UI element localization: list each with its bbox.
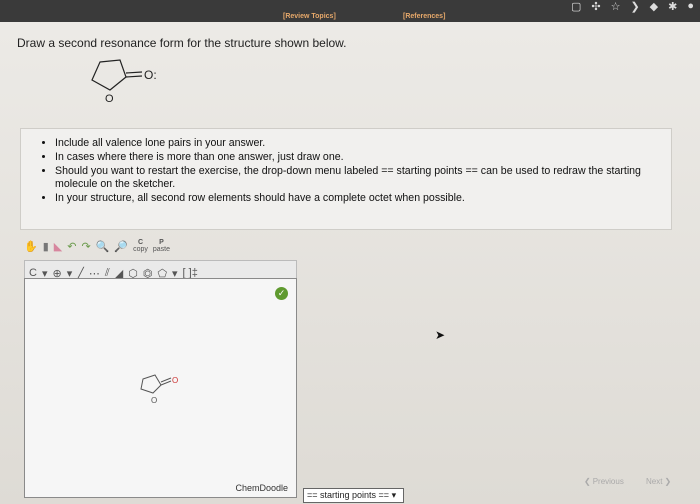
review-topics-link[interactable]: [Review Topics]: [283, 13, 336, 20]
starting-points-select[interactable]: == starting points == ▾: [303, 488, 404, 503]
chemdoodle-sketcher: ✋ ▮ ◣ ↶ ↷ 🔍 🔎 Ccopy Ppaste C ▾ ⊕ ▾ ╱ ⋯ ⫽…: [24, 234, 297, 498]
chevron-left-icon: ❮: [584, 477, 591, 486]
top-bar: [Review Topics] [References] ▢ ✣ ☆ ❯ ◆ ✱…: [0, 0, 700, 22]
instruction-item: In cases where there is more than one an…: [55, 151, 671, 164]
puzzle-icon[interactable]: ✣: [591, 0, 600, 13]
shield-icon[interactable]: ◆: [650, 0, 658, 13]
instruction-item: In your structure, all second row elemen…: [55, 192, 671, 205]
chevron-icon[interactable]: ❯: [630, 0, 639, 13]
hand-icon[interactable]: ✋: [24, 240, 38, 253]
window-icons: ▢ ✣ ☆ ❯ ◆ ✱ ●: [571, 0, 694, 13]
copy-button[interactable]: Ccopy: [133, 239, 148, 253]
check-icon[interactable]: ✓: [275, 287, 288, 300]
canvas-oxygen: O: [172, 376, 178, 385]
starting-points-value: == starting points ==: [307, 490, 390, 500]
undo-icon[interactable]: ↶: [67, 240, 76, 253]
instructions-box: Include all valence lone pairs in your a…: [20, 128, 672, 230]
question-panel: Draw a second resonance form for the str…: [0, 22, 700, 504]
delete-icon[interactable]: ▮: [43, 240, 49, 253]
next-button[interactable]: Next ❯: [646, 477, 671, 486]
canvas-oxygen: O: [151, 396, 157, 405]
chevron-right-icon: ❯: [664, 477, 672, 486]
next-label: Next: [646, 477, 663, 486]
instruction-item: Should you want to restart the exercise,…: [55, 165, 671, 191]
square-icon[interactable]: ▢: [571, 0, 581, 13]
canvas-molecule: O O: [140, 374, 178, 405]
paste-letter: P: [159, 239, 164, 246]
eraser-icon[interactable]: ◣: [54, 240, 62, 253]
previous-label: Previous: [592, 477, 624, 486]
paste-label: paste: [152, 246, 170, 253]
drawing-canvas[interactable]: ✓ O O ChemDoodle: [24, 278, 297, 498]
carbonyl-oxygen: O:: [144, 68, 157, 82]
ring-oxygen: O: [105, 93, 114, 105]
paste-button[interactable]: Ppaste: [153, 239, 170, 253]
copy-label: copy: [133, 246, 148, 253]
starting-structure: O: O: [91, 59, 157, 105]
redo-icon[interactable]: ↷: [81, 240, 90, 253]
star-icon[interactable]: ☆: [611, 0, 621, 13]
toolbar-top: ✋ ▮ ◣ ↶ ↷ 🔍 🔎 Ccopy Ppaste: [24, 234, 170, 258]
instruction-item: Include all valence lone pairs in your a…: [55, 137, 671, 150]
chevron-down-icon: ▾: [391, 490, 397, 500]
copy-letter: C: [137, 239, 143, 246]
question-prompt: Draw a second resonance form for the str…: [17, 36, 347, 50]
previous-button[interactable]: ❮ Previous: [584, 477, 624, 486]
mouse-cursor-icon: ➤: [435, 328, 446, 342]
zoom-in-icon[interactable]: 🔍: [96, 240, 110, 253]
avatar-icon[interactable]: ●: [687, 0, 694, 13]
bug-icon[interactable]: ✱: [668, 0, 677, 13]
zoom-out-icon[interactable]: 🔎: [114, 240, 128, 253]
references-link[interactable]: [References]: [403, 13, 445, 20]
chemdoodle-watermark: ChemDoodle: [235, 483, 288, 493]
